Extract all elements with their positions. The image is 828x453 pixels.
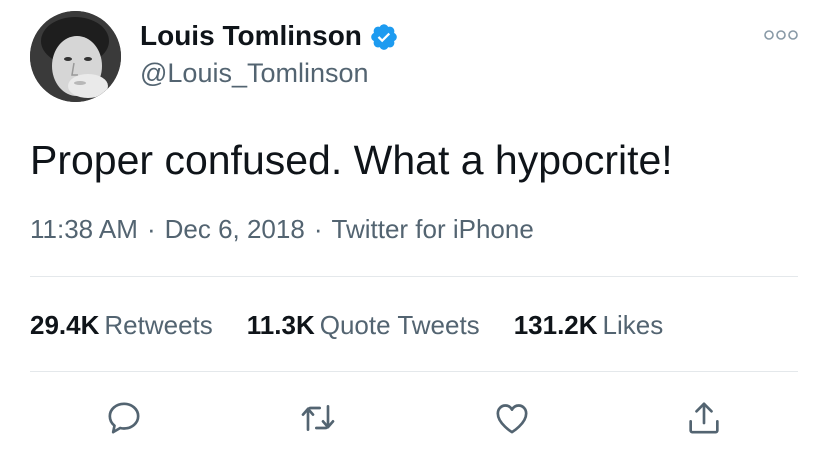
retweets-label: Retweets [104,310,213,340]
verified-badge-icon [369,22,399,52]
tweet-source[interactable]: Twitter for iPhone [332,214,534,244]
tweet-text: Proper confused. What a hypocrite! [30,137,673,183]
tweet-date[interactable]: Dec 6, 2018 [165,214,305,244]
retweets-stat[interactable]: 29.4K Retweets [30,309,213,341]
likes-count: 131.2K [513,310,598,340]
quote-tweets-count: 11.3K [246,310,315,340]
avatar-photo [30,11,121,102]
heart-icon[interactable] [492,398,532,438]
tweet-time[interactable]: 11:38 AM [30,214,138,244]
tweet-card: Louis Tomlinson @Louis_Tomlinson Proper … [0,0,828,453]
engagement-stats: 29.4K Retweets 11.3K Quote Tweets 131.2K Like… [30,309,697,341]
likes-stat[interactable]: 131.2K Likes [514,309,664,341]
retweet-icon[interactable] [298,398,338,438]
avatar[interactable] [30,11,121,102]
retweets-count: 29.4K [30,310,100,340]
quote-tweets-stat[interactable]: 11.3K Quote Tweets [247,309,480,341]
meta-separator: · [146,214,156,244]
divider [30,371,798,372]
reply-icon[interactable] [104,398,144,438]
share-icon[interactable] [684,398,724,438]
likes-label: Likes [602,310,664,340]
meta-separator: · [313,214,323,244]
more-options-icon[interactable] [763,28,799,42]
tweet-meta: 11:38 AM · Dec 6, 2018 · Twitter for iPhone [30,213,534,245]
quote-tweets-label: Quote Tweets [319,310,480,340]
user-handle[interactable]: @Louis_Tomlinson [140,57,369,89]
display-name[interactable]: Louis Tomlinson [140,19,362,53]
divider [30,276,798,277]
